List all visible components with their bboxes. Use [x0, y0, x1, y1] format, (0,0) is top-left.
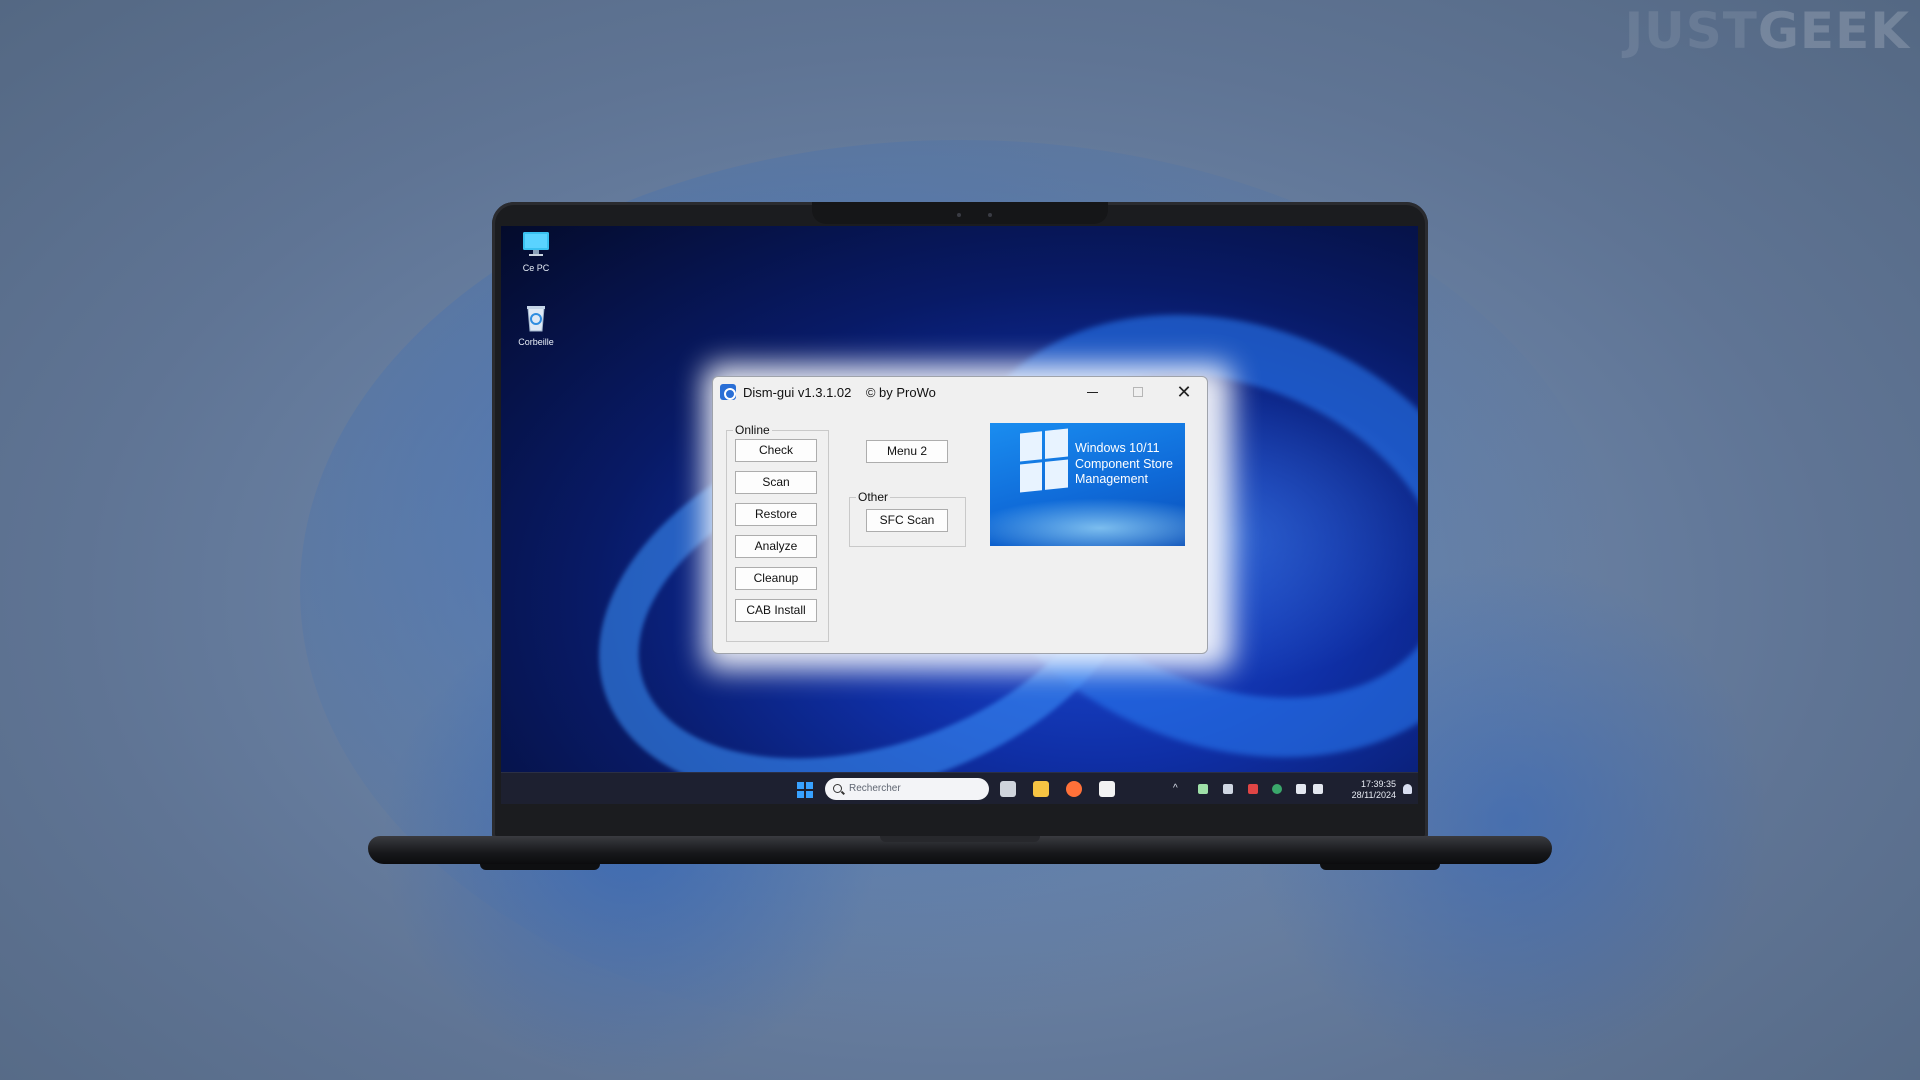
desktop-icon-this-pc[interactable]: Ce PC — [511, 230, 561, 273]
start-button[interactable] — [797, 782, 813, 798]
laptop-base-lip — [880, 836, 1040, 842]
firefox-icon[interactable] — [1066, 781, 1082, 797]
menu-2-button[interactable]: Menu 2 — [866, 440, 948, 463]
watermark: JUSTGEEK — [1625, 2, 1910, 60]
banner-line: Management — [1075, 472, 1148, 486]
tray-app-icon[interactable] — [1198, 784, 1208, 794]
minimize-icon — [1087, 392, 1098, 393]
gear-icon — [720, 384, 736, 400]
windows-logo-icon — [1020, 428, 1068, 495]
close-button[interactable]: ✕ — [1161, 377, 1207, 407]
window-titlebar[interactable]: Dism-gui v1.3.1.02 © by ProWo ✕ — [713, 377, 1207, 407]
tray-app-icon[interactable] — [1248, 784, 1258, 794]
taskbar: Rechercher ^ 17:39:35 28/11/2024 — [501, 772, 1418, 804]
check-button[interactable]: Check — [735, 439, 817, 462]
watermark-part2: GEEK — [1757, 2, 1910, 60]
cab-install-button[interactable]: CAB Install — [735, 599, 817, 622]
volume-icon[interactable] — [1313, 784, 1323, 794]
search-icon — [833, 784, 842, 793]
dism-gui-window: Dism-gui v1.3.1.02 © by ProWo ✕ Online C… — [712, 376, 1208, 654]
maximize-button[interactable] — [1115, 377, 1161, 407]
watermark-part1: JUST — [1624, 2, 1758, 60]
tray-app-icon[interactable] — [1272, 784, 1282, 794]
analyze-button[interactable]: Analyze — [735, 535, 817, 558]
usb-icon[interactable] — [1223, 784, 1233, 794]
file-explorer-icon[interactable] — [1033, 781, 1049, 797]
minimize-button[interactable] — [1069, 377, 1115, 407]
search-placeholder: Rechercher — [849, 783, 901, 794]
banner-glare — [990, 498, 1185, 546]
cleanup-button[interactable]: Cleanup — [735, 567, 817, 590]
taskbar-search-input[interactable]: Rechercher — [825, 778, 989, 800]
banner-text: Windows 10/11 Component Store Management — [1075, 441, 1173, 488]
desktop-icon-label: Corbeille — [518, 337, 554, 347]
banner-line: Component Store — [1075, 456, 1173, 471]
banner-line: Windows 10/11 — [1075, 441, 1160, 455]
other-group-label: Other — [856, 490, 891, 504]
sfc-scan-button[interactable]: SFC Scan — [866, 509, 948, 532]
laptop-foot — [1320, 864, 1440, 870]
taskbar-clock[interactable]: 17:39:35 28/11/2024 — [1352, 779, 1396, 801]
camera-icon — [957, 213, 961, 217]
scan-button[interactable]: Scan — [735, 471, 817, 494]
restore-button[interactable]: Restore — [735, 503, 817, 526]
close-icon: ✕ — [1176, 382, 1192, 402]
clock-date: 28/11/2024 — [1351, 790, 1396, 800]
laptop-foot — [480, 864, 600, 870]
desktop-icon-recycle-bin[interactable]: Corbeille — [511, 302, 561, 347]
network-icon[interactable] — [1296, 784, 1306, 794]
component-store-banner: Windows 10/11 Component Store Management — [990, 423, 1185, 546]
online-group-label: Online — [733, 423, 772, 437]
task-view-icon[interactable] — [1000, 781, 1016, 797]
desktop-icon-label: Ce PC — [522, 263, 550, 273]
notification-bell-icon[interactable] — [1403, 784, 1412, 794]
clock-time: 17:39:35 — [1360, 779, 1396, 789]
computer-icon — [523, 232, 549, 256]
recycle-bin-icon — [527, 306, 545, 332]
sensor-icon — [988, 213, 992, 217]
chevron-up-icon[interactable]: ^ — [1173, 784, 1183, 794]
store-icon[interactable] — [1099, 781, 1115, 797]
maximize-icon — [1133, 387, 1143, 397]
window-title: Dism-gui v1.3.1.02 © by ProWo — [743, 385, 936, 400]
